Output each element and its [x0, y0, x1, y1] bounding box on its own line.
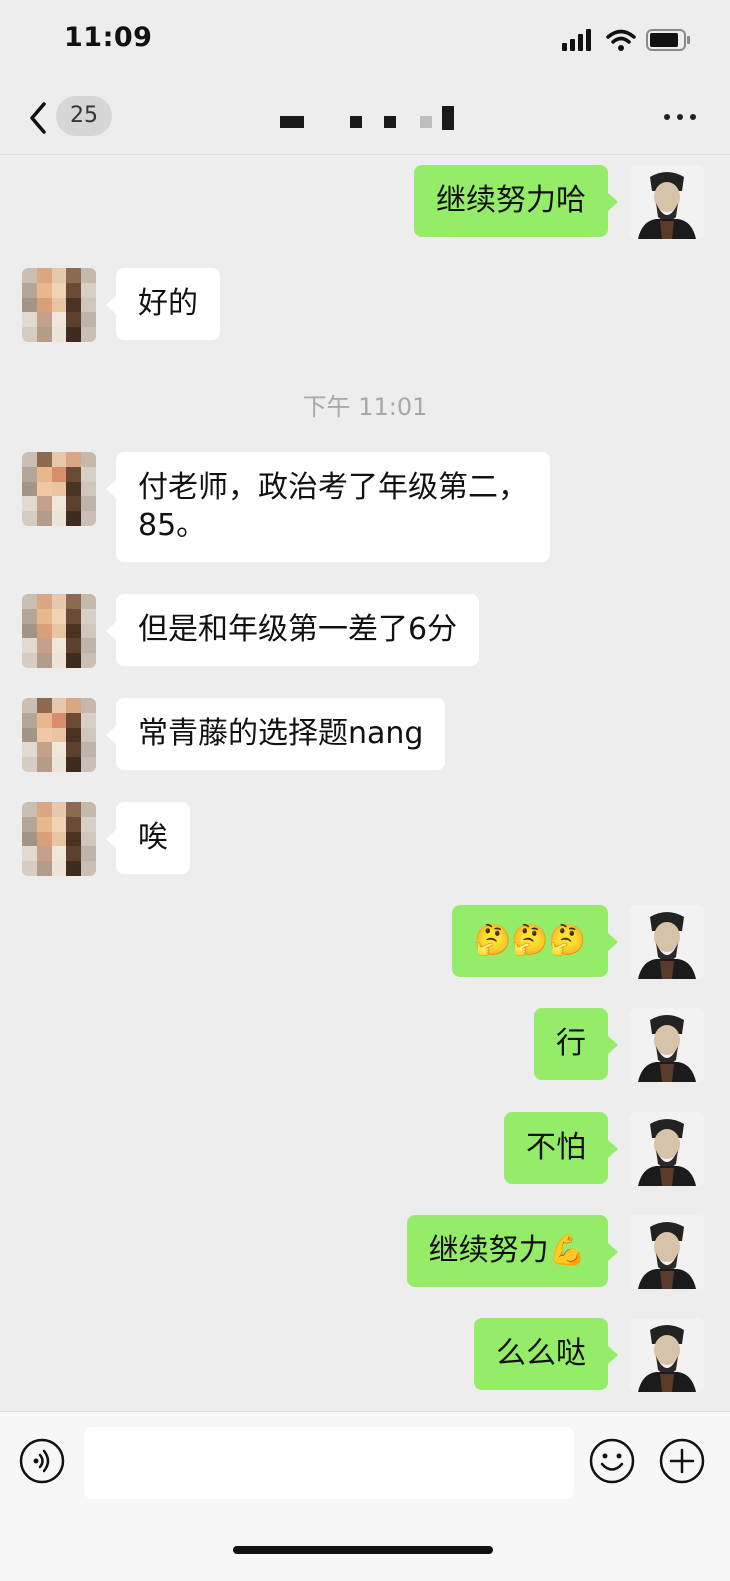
my-avatar[interactable]: [630, 1215, 704, 1289]
received-bubble[interactable]: 常青藤的选择题nang: [105, 698, 446, 770]
sent-bubble[interactable]: 不怕: [504, 1112, 618, 1184]
portrait-avatar-image: [630, 1318, 704, 1392]
more-icon[interactable]: [664, 114, 696, 120]
contact-avatar-blurred[interactable]: [22, 452, 96, 526]
battery-icon: [646, 29, 690, 51]
home-indicator[interactable]: [233, 1546, 493, 1554]
my-avatar[interactable]: [630, 1112, 704, 1186]
plus-icon[interactable]: [658, 1437, 706, 1485]
time-divider: 下午 11:01: [302, 393, 428, 421]
my-avatar[interactable]: [630, 905, 704, 979]
contact-avatar-blurred[interactable]: [22, 594, 96, 668]
message-input[interactable]: [84, 1427, 574, 1499]
contact-avatar-blurred[interactable]: [22, 802, 96, 876]
portrait-avatar-image: [630, 1215, 704, 1289]
sent-bubble[interactable]: 继续努力💪: [406, 1215, 619, 1287]
sent-bubble[interactable]: 继续努力哈: [414, 165, 618, 237]
received-bubble[interactable]: 好的: [106, 268, 220, 340]
portrait-avatar-image: [630, 165, 704, 239]
sent-bubble[interactable]: 么么哒: [474, 1318, 618, 1390]
chat-messages: 继续努力哈 好的 下午 11:01 付老师，政治考了年级第二， 85。 但是和年…: [0, 155, 730, 1410]
status-time: 11:09: [64, 22, 153, 53]
contact-name-redacted: [280, 102, 470, 134]
input-bar: [0, 1411, 730, 1581]
received-bubble[interactable]: 唉: [106, 802, 190, 874]
contact-avatar-blurred[interactable]: [22, 268, 96, 342]
emoji-icon[interactable]: [588, 1437, 636, 1485]
status-bar: 11:09: [0, 0, 730, 80]
my-avatar[interactable]: [630, 1008, 704, 1082]
back-icon[interactable]: [24, 98, 54, 138]
unread-badge[interactable]: 25: [56, 96, 112, 136]
wifi-icon: [606, 29, 636, 51]
my-avatar[interactable]: [630, 165, 704, 239]
chat-header: 25: [0, 80, 730, 155]
my-avatar[interactable]: [630, 1318, 704, 1392]
portrait-avatar-image: [630, 1008, 704, 1082]
received-bubble[interactable]: 但是和年级第一差了6分: [105, 594, 480, 666]
portrait-avatar-image: [630, 1112, 704, 1186]
voice-icon[interactable]: [18, 1437, 66, 1485]
status-icons: [562, 28, 692, 52]
sent-bubble-emoji[interactable]: 🤔🤔🤔: [451, 905, 619, 977]
sent-bubble[interactable]: 行: [534, 1008, 618, 1080]
signal-icon: [562, 29, 591, 51]
received-bubble[interactable]: 付老师，政治考了年级第二， 85。: [106, 452, 550, 562]
contact-avatar-blurred[interactable]: [22, 698, 96, 772]
portrait-avatar-image: [630, 905, 704, 979]
